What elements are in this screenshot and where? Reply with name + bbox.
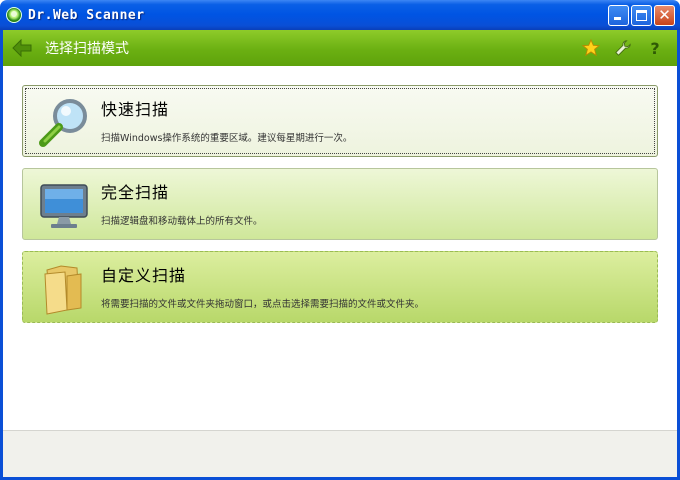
header-bar: 选择扫描模式 ?: [3, 30, 677, 66]
quick-scan-description: 扫描Windows操作系统的重要区域。建议每星期进行一次。: [101, 133, 353, 144]
minimize-icon: [614, 17, 621, 20]
back-arrow-icon: [12, 39, 32, 57]
custom-scan-option[interactable]: 自定义扫描 将需要扫描的文件或文件夹拖动窗口，或点击选择需要扫描的文件或文件夹。: [22, 251, 658, 323]
header-tools: ?: [581, 38, 665, 58]
full-scan-option[interactable]: 完全扫描 扫描逻辑盘和移动载体上的所有文件。: [22, 168, 658, 240]
quick-scan-text: 快速扫描 扫描Windows操作系统的重要区域。建议每星期进行一次。: [101, 96, 352, 144]
full-scan-text: 完全扫描 扫描逻辑盘和移动载体上的所有文件。: [101, 179, 263, 227]
drweb-app-icon: [6, 7, 22, 23]
title-bar[interactable]: Dr.Web Scanner ✕: [0, 0, 680, 30]
quick-scan-title: 快速扫描: [101, 100, 170, 119]
maximize-icon: [636, 10, 647, 21]
star-icon: [582, 39, 600, 57]
back-button[interactable]: [11, 37, 33, 59]
status-footer: [3, 430, 677, 477]
window-title: Dr.Web Scanner: [28, 7, 145, 23]
full-scan-title: 完全扫描: [101, 183, 170, 202]
close-button[interactable]: ✕: [654, 5, 675, 26]
full-scan-description: 扫描逻辑盘和移动载体上的所有文件。: [101, 216, 263, 227]
favorites-button[interactable]: [581, 38, 601, 58]
wrench-icon: [615, 40, 631, 56]
monitor-icon: [37, 177, 93, 233]
minimize-button[interactable]: [608, 5, 629, 26]
scan-mode-panel: 快速扫描 扫描Windows操作系统的重要区域。建议每星期进行一次。 完全扫描 …: [3, 66, 677, 430]
custom-scan-text: 自定义扫描 将需要扫描的文件或文件夹拖动窗口，或点击选择需要扫描的文件或文件夹。: [101, 262, 424, 310]
settings-button[interactable]: [613, 38, 633, 58]
window-controls: ✕: [608, 5, 675, 26]
question-mark-icon: ?: [650, 38, 660, 58]
folder-icon: [37, 260, 93, 316]
page-title: 选择扫描模式: [45, 41, 129, 57]
maximize-button[interactable]: [631, 5, 652, 26]
close-icon: ✕: [658, 6, 671, 24]
magnifier-icon: [37, 94, 93, 150]
quick-scan-option[interactable]: 快速扫描 扫描Windows操作系统的重要区域。建议每星期进行一次。: [22, 85, 658, 157]
custom-scan-description: 将需要扫描的文件或文件夹拖动窗口，或点击选择需要扫描的文件或文件夹。: [101, 299, 425, 310]
custom-scan-title: 自定义扫描: [101, 266, 187, 285]
help-button[interactable]: ?: [645, 38, 665, 58]
